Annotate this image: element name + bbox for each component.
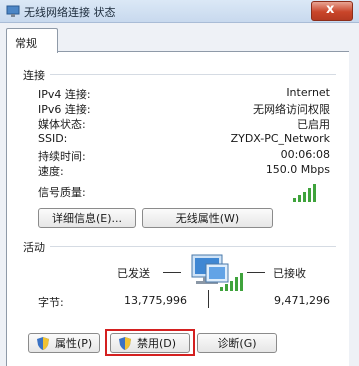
ssid-label: SSID:	[38, 132, 68, 145]
duration-label: 持续时间:	[38, 150, 86, 163]
tab-general[interactable]: 常规	[6, 28, 58, 53]
signal-quality-label: 信号质量:	[38, 186, 86, 199]
ipv4-value: Internet	[286, 86, 330, 99]
bytes-received-value: 9,471,296	[274, 294, 330, 307]
ipv6-label: IPv6 连接:	[38, 103, 91, 116]
sent-label: 已发送	[117, 267, 150, 280]
network-icon	[6, 5, 20, 17]
sent-dash	[163, 272, 181, 273]
speed-value: 150.0 Mbps	[265, 163, 330, 176]
connection-divider	[50, 74, 336, 75]
bytes-sent-value: 13,775,996	[124, 294, 187, 307]
tab-general-label: 常规	[15, 37, 37, 50]
details-button[interactable]: 详细信息(E)...	[38, 208, 136, 228]
diagnose-button[interactable]: 诊断(G)	[197, 333, 277, 353]
properties-label: 属性(P)	[55, 337, 93, 350]
ipv4-label: IPv4 连接:	[38, 88, 91, 101]
window-title: 无线网络连接 状态	[24, 6, 116, 19]
title-bar: 无线网络连接 状态 x	[0, 0, 359, 23]
connection-section-title: 连接	[23, 69, 45, 82]
computer-network-icon	[191, 254, 243, 291]
speed-label: 速度:	[38, 165, 64, 178]
media-state-value: 已启用	[297, 118, 330, 131]
ipv6-value: 无网络访问权限	[253, 103, 330, 116]
close-button[interactable]: x	[311, 1, 353, 21]
ssid-value: ZYDX-PC_Network	[230, 132, 330, 145]
activity-separator	[208, 290, 209, 308]
highlight-annotation	[105, 329, 195, 356]
activity-section-title: 活动	[23, 241, 45, 254]
properties-button[interactable]: 属性(P)	[28, 333, 100, 353]
media-state-label: 媒体状态:	[38, 118, 86, 131]
activity-divider	[50, 246, 336, 247]
close-icon: x	[326, 2, 335, 17]
bytes-label: 字节:	[38, 296, 64, 309]
duration-value: 00:06:08	[280, 148, 330, 161]
wireless-properties-button[interactable]: 无线属性(W)	[142, 208, 273, 228]
received-dash	[247, 272, 265, 273]
uac-shield-icon	[37, 337, 49, 350]
received-label: 已接收	[273, 267, 306, 280]
signal-strength-icon	[293, 184, 319, 202]
